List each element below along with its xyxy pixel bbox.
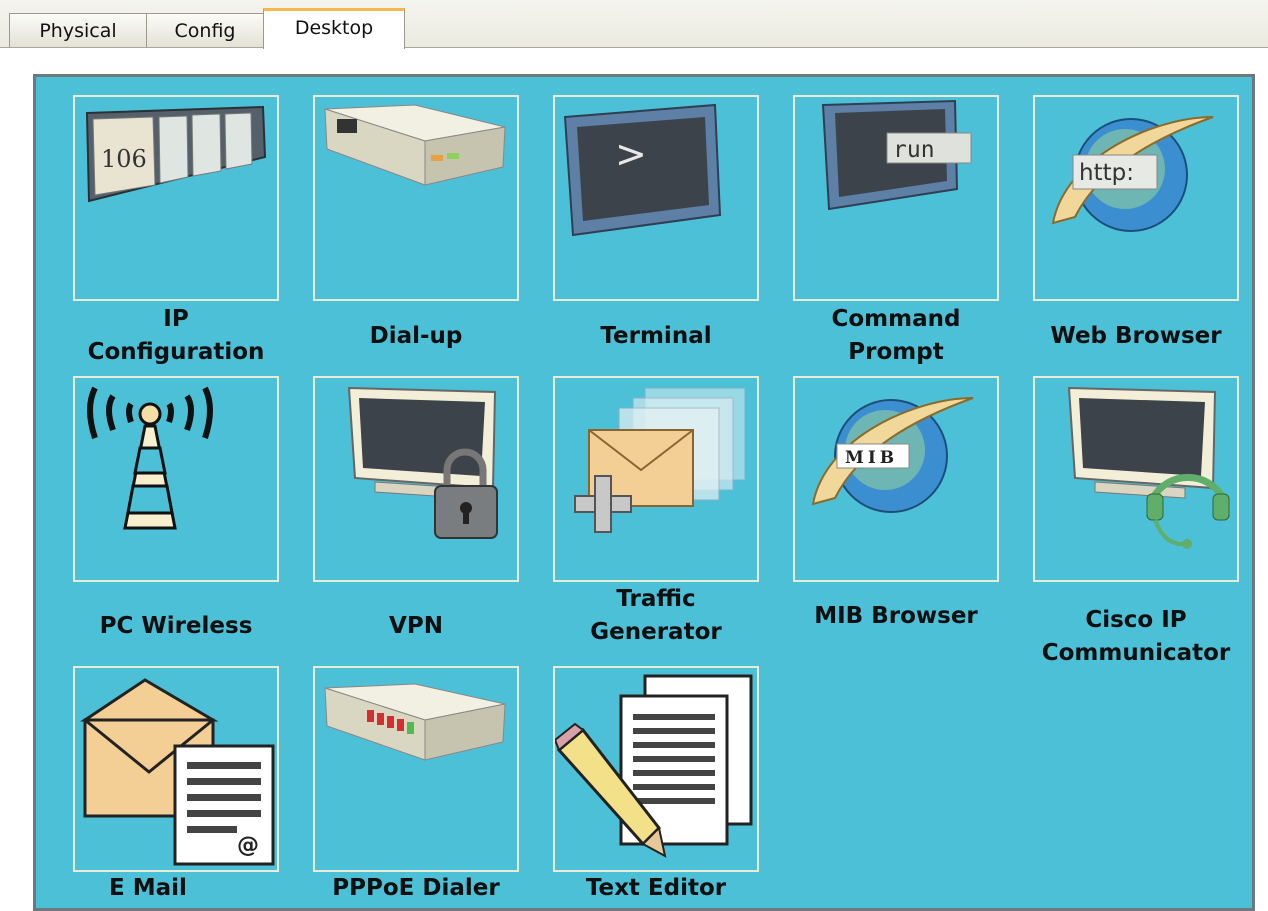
app-tile-traffic-generator[interactable] [553,376,759,582]
app-label-pc-wireless: PC Wireless [99,613,253,639]
app-label-cisco-ip-communicator: Cisco IP Communicator [1041,607,1231,666]
tab-bar: Physical Config Desktop [0,0,1268,49]
email-icon-text: @ [237,833,259,858]
desktop-panel: 106 > run http: IP Configuration Dial-up… [33,74,1255,911]
text-editor-icon [555,674,753,858]
app-tile-command-prompt[interactable]: run [793,95,999,301]
mib-browser-icon: MIB [811,397,974,513]
app-tile-web-browser[interactable]: http: [1033,95,1239,301]
app-label-terminal: Terminal [600,323,712,349]
command-prompt-icon: run [821,99,972,211]
app-label-command-prompt: Command Prompt [831,306,961,365]
app-label-mib-browser: MIB Browser [814,603,978,629]
tab-desktop[interactable]: Desktop [263,8,405,49]
tab-config[interactable]: Config [146,13,264,47]
terminal-icon: > [563,103,722,237]
app-tile-dial-up[interactable] [313,95,519,301]
app-label-traffic-generator: Traffic Generator [590,586,722,645]
app-label-pppoe-dialer: PPPoE Dialer [332,875,500,901]
app-label-dial-up: Dial-up [369,323,463,349]
app-label-web-browser: Web Browser [1050,323,1222,349]
app-tile-cisco-ip-communicator[interactable] [1033,376,1239,582]
app-tile-ip-configuration[interactable]: 106 [73,95,279,301]
wireless-tower-icon [87,386,213,530]
pppoe-dialer-icon [324,683,506,761]
app-tile-vpn[interactable] [313,376,519,582]
vpn-lock-icon [347,386,498,539]
app-label-vpn: VPN [389,613,443,639]
traffic-generator-icon [574,387,746,533]
app-label-e-mail: E Mail [109,875,187,901]
web-browser-icon: http: [1051,116,1214,232]
app-tile-mib-browser[interactable]: MIB [793,376,999,582]
ip-communicator-icon [1067,386,1230,549]
app-tile-terminal[interactable]: > [553,95,759,301]
app-tile-e-mail[interactable]: @ [73,666,279,872]
tab-physical[interactable]: Physical [9,13,147,47]
app-tile-pppoe-dialer[interactable] [313,666,519,872]
modem-icon [324,104,506,186]
terminal-icon-text: > [615,132,647,176]
app-tile-pc-wireless[interactable] [73,376,279,582]
command-prompt-icon-text: run [893,137,935,163]
tab-bar-divider [0,47,1268,48]
web-browser-icon-text: http: [1079,160,1134,186]
app-label-ip-configuration: IP Configuration [87,306,265,365]
app-label-text-editor: Text Editor [585,875,727,901]
mib-browser-icon-text: MIB [845,448,898,468]
app-tile-text-editor[interactable] [553,666,759,872]
ip-config-icon: 106 [85,105,267,203]
ip-config-icon-text: 106 [101,145,147,173]
email-icon: @ [80,678,275,866]
